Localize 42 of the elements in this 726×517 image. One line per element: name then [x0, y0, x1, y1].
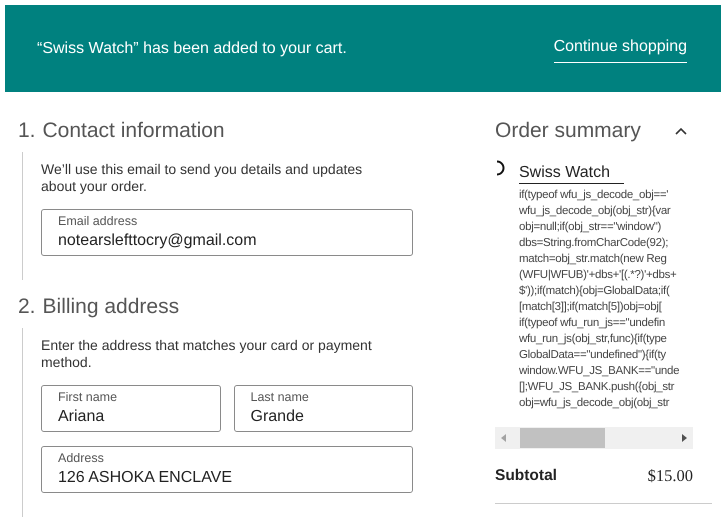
horizontal-scrollbar[interactable] — [495, 427, 693, 449]
text-field[interactable]: Address 126 ASHOKA ENCLAVE — [41, 446, 413, 493]
chevron-up-icon[interactable] — [675, 127, 687, 135]
banner-message: “Swiss Watch” has been added to your cart. — [37, 38, 347, 58]
loading-spinner-icon — [495, 160, 505, 176]
code-text-line: match=obj_str.match(new Reg — [519, 252, 668, 267]
code-text-line: window.WFU_JS_BANK=="unde — [519, 364, 680, 379]
section-description: Enter the address that matches your card or payment method. — [41, 337, 373, 371]
code-text-line: (WFU|WFUB)'+dbs+'[(.*?)'+dbs+ — [519, 268, 678, 283]
text-field[interactable]: Last name Grande — [234, 385, 413, 432]
code-text-line: [];WFU_JS_BANK.push({obj_str — [519, 380, 676, 395]
code-text-line: wfu_run_js(obj_str,func){if(type — [519, 332, 668, 347]
field-value: 126 ASHOKA ENCLAVE — [58, 468, 234, 488]
field-label: Last name — [250, 389, 310, 406]
field-value: Ariana — [58, 407, 106, 427]
code-text-line: obj=wfu_js_decode_obj(obj_str — [519, 396, 670, 411]
code-text-line: wfu_js_decode_obj(obj_str){var — [519, 204, 672, 219]
field-label: First name — [58, 389, 118, 406]
subtotal-value: $15.00 — [648, 465, 693, 487]
code-text-line: $'));if(match){obj=GlobalData;if( — [519, 284, 671, 299]
product-name: Swiss Watch — [519, 163, 624, 184]
code-text-line: dbs=String.fromCharCode(92); — [519, 236, 670, 251]
section-title: Billing address — [42, 294, 180, 320]
code-text-line: [match[3]];if(match[5])obj=obj[ — [519, 300, 663, 315]
section-number: 1. — [18, 118, 36, 144]
continue-shopping-link[interactable]: Continue shopping — [554, 34, 687, 62]
text-field[interactable]: Email address notearslefttocry@gmail.com — [41, 209, 413, 256]
subtotal-label: Subtotal — [495, 466, 557, 486]
scrollbar-thumb[interactable] — [520, 428, 605, 448]
code-text-line: if(typeof wfu_js_decode_obj==' — [519, 188, 670, 203]
field-value: notearslefttocry@gmail.com — [58, 231, 258, 251]
summary-title: Order summary — [495, 118, 641, 144]
field-label: Address — [58, 450, 105, 467]
section-number: 2. — [18, 294, 36, 320]
code-text-line: GlobalData=="undefined"){if(ty — [519, 348, 667, 363]
section-title: Contact information — [42, 118, 225, 144]
field-value: Grande — [250, 407, 305, 427]
field-label: Email address — [58, 213, 138, 230]
code-text-line: if(typeof wfu_run_js=="undefin — [519, 316, 666, 331]
code-text-line: obj=null;if(obj_str=="window") — [519, 220, 662, 235]
text-field[interactable]: First name Ariana — [41, 385, 220, 432]
section-description: We’ll use this email to send you details and updates about your order. — [41, 161, 364, 195]
